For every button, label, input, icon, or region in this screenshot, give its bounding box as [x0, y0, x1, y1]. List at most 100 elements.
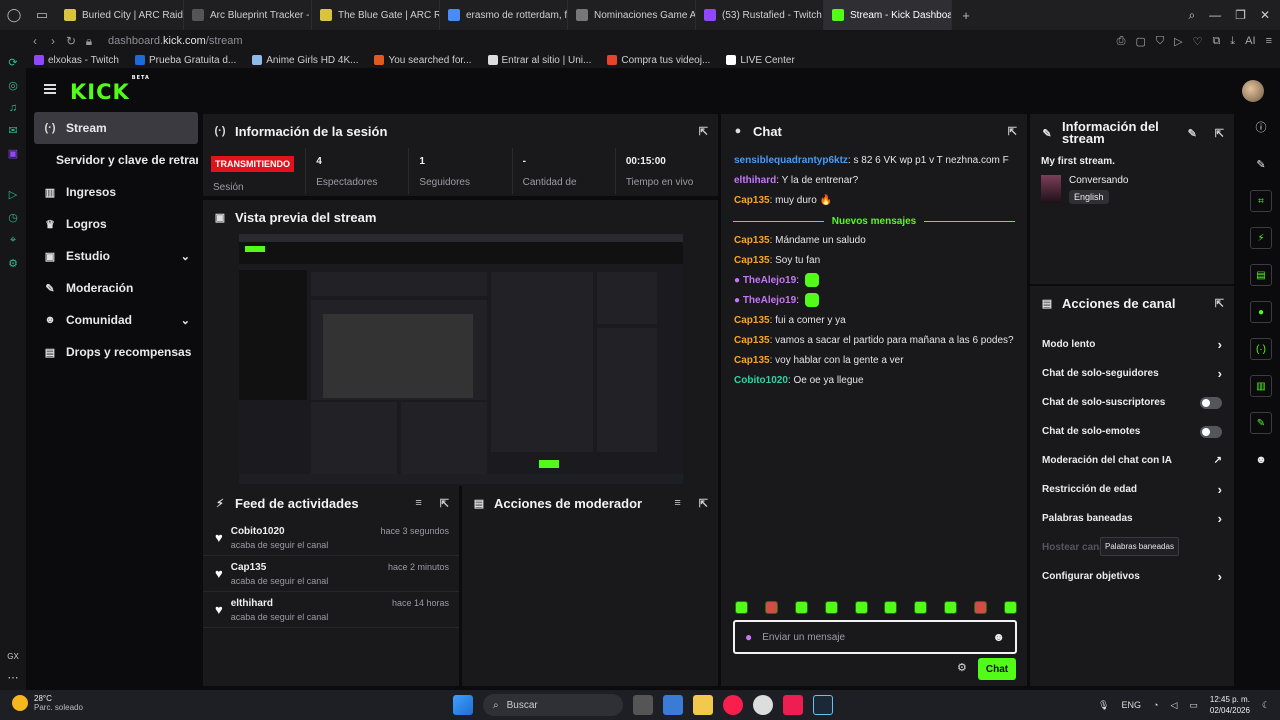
weather-widget[interactable]: 28°C Parc. soleado [12, 694, 83, 712]
download-icon[interactable]: ⤓ [1230, 35, 1235, 48]
mic-tray-icon[interactable]: 🎙︎ [1098, 700, 1109, 711]
channel-action-item[interactable]: Configurar objetivos › [1030, 562, 1234, 591]
edit-icon[interactable]: ✎ [1250, 153, 1272, 175]
nav-item-1[interactable]: Servidor y clave de retransmisión [34, 144, 198, 176]
info-icon[interactable]: ⓘ [1250, 116, 1272, 138]
chat-username[interactable]: sensiblequadrantyp6ktz [734, 155, 848, 166]
tab-1[interactable]: Arc Blueprint Tracker - Tra [184, 0, 312, 30]
search-tabs-icon[interactable]: ⌕ [1188, 8, 1195, 23]
chat-username[interactable]: Cap135 [734, 335, 770, 346]
chat-input[interactable]: ● Enviar un mensaje ☻ [733, 620, 1017, 654]
emote-icon[interactable] [824, 601, 838, 614]
tab-5[interactable]: (53) Rustafied - Twitch [696, 0, 824, 30]
emote-icon[interactable] [974, 601, 987, 614]
clock[interactable]: 12:45 p. m. 02/04/2026 [1210, 694, 1250, 716]
sidebar-music-icon[interactable]: ♫ [9, 102, 17, 114]
broadcast-rail-icon[interactable]: (·) [1250, 338, 1272, 360]
emote-icon[interactable] [794, 601, 808, 614]
popout-icon[interactable]: ⇱ [699, 125, 708, 138]
bookmark-item[interactable]: Entrar al sitio | Uni... [487, 55, 591, 66]
community-icon[interactable]: ☻ [1250, 449, 1272, 471]
sidebar-more-icon[interactable]: ⋯ [8, 671, 19, 684]
tab-6[interactable]: Stream - Kick Dashboard [824, 0, 952, 30]
chat-username[interactable]: Cap135 [734, 255, 770, 266]
popout-icon[interactable]: ⇱ [1008, 125, 1017, 138]
taskbar-search[interactable]: ⌕ Buscar [483, 694, 623, 716]
filter-icon[interactable]: ≡ [674, 497, 680, 509]
minimize-icon[interactable]: — [1209, 8, 1221, 22]
nav-item-0[interactable]: (·) Stream [34, 112, 198, 144]
close-icon[interactable]: ✕ [1260, 8, 1270, 22]
channel-action-item[interactable]: Restricción de edad › [1030, 475, 1234, 504]
bookmark-item[interactable]: elxokas - Twitch [34, 55, 119, 66]
language-indicator[interactable]: ENG [1121, 700, 1141, 710]
emote-icon[interactable] [914, 601, 928, 614]
emote-icon[interactable] [735, 601, 748, 614]
chat-username[interactable]: elthihard [734, 175, 776, 186]
opera-gx-icon[interactable] [723, 695, 743, 715]
qr-icon[interactable]: ⌗ [1250, 190, 1272, 212]
opera-menu-icon[interactable]: ◯ [0, 0, 28, 30]
feed-user[interactable]: elthihard [231, 598, 329, 609]
nav-item-6[interactable]: ☻ Comunidad ⌄ [34, 304, 198, 336]
popout-icon[interactable]: ⇱ [699, 497, 708, 510]
chat-bubble-icon[interactable]: ● [1250, 301, 1272, 323]
menu-icon[interactable]: ≡ [1266, 35, 1272, 47]
play-icon[interactable]: ▷ [1174, 35, 1182, 48]
list-icon[interactable]: ▤ [1250, 264, 1272, 286]
stream-preview-video[interactable] [239, 234, 683, 484]
chat-username[interactable]: TheAlejo19 [743, 295, 796, 306]
emote-icon[interactable] [944, 601, 958, 614]
windows-start-icon[interactable] [453, 695, 473, 715]
channel-action-item[interactable]: Palabras baneadas › [1030, 504, 1234, 533]
emote-icon[interactable] [1003, 601, 1017, 614]
taskview-icon[interactable] [633, 695, 653, 715]
emoji-icon[interactable]: ☻ [992, 630, 1005, 644]
sidebar-whatsapp-icon[interactable]: ◎ [8, 79, 18, 92]
sidebar-refresh-icon[interactable]: ⟳ [8, 56, 17, 69]
send-chat-button[interactable]: Chat [978, 658, 1016, 680]
sidebar-twitch-icon[interactable]: ▣ [8, 147, 18, 160]
edit-icon[interactable]: ✎ [1188, 127, 1197, 140]
hamburger-icon[interactable] [44, 84, 56, 94]
sidebar-mail-icon[interactable]: ✉ [8, 124, 17, 137]
nav-item-4[interactable]: ▣ Estudio ⌄ [34, 240, 198, 272]
sidebar-history-icon[interactable]: ◷ [8, 211, 18, 224]
feed-user[interactable]: Cobito1020 [231, 526, 329, 537]
bookmark-item[interactable]: You searched for... [374, 55, 472, 66]
nav-item-2[interactable]: ▥ Ingresos [34, 176, 198, 208]
emote-icon[interactable] [854, 601, 868, 614]
sidebar-player-icon[interactable]: ▷ [9, 188, 17, 201]
shield-icon[interactable]: ⛉ [1156, 35, 1164, 48]
new-messages-divider[interactable]: Nuevos mensajes [721, 211, 1027, 231]
user-avatar[interactable] [1242, 80, 1264, 102]
chat-username[interactable]: Cobito1020 [734, 375, 788, 386]
nav-item-7[interactable]: ▤ Drops y recompensas [34, 336, 198, 368]
aria-icon[interactable]: AI [1245, 35, 1255, 47]
forward-icon[interactable]: › [44, 34, 62, 48]
channel-action-item[interactable]: Chat de solo-seguidores › [1030, 359, 1234, 388]
tab-4[interactable]: Nominaciones Game Awa [568, 0, 696, 30]
tab-0[interactable]: Buried City | ARC Raiders [56, 0, 184, 30]
back-icon[interactable]: ‹ [26, 34, 44, 48]
chat-settings-icon[interactable]: ⚙ [957, 661, 967, 674]
gx-icon[interactable]: GX [7, 652, 19, 661]
mic-icon[interactable]: ● [745, 630, 752, 644]
tiktok-icon[interactable] [783, 695, 803, 715]
moderator-rail-icon[interactable]: ▥ [1250, 375, 1272, 397]
nav-item-5[interactable]: ✎ Moderación [34, 272, 198, 304]
notifications-icon[interactable]: ☾ [1262, 700, 1270, 711]
reload-icon[interactable]: ↻ [62, 34, 80, 48]
kick-logo[interactable]: KICKBETA [70, 75, 150, 104]
volume-icon[interactable]: ◁ [1170, 700, 1177, 711]
popout-icon[interactable]: ⇱ [440, 497, 449, 510]
chat-username[interactable]: Cap135 [734, 355, 770, 366]
maximize-icon[interactable]: ❐ [1235, 8, 1246, 22]
capture-icon[interactable]: ▢ [1135, 35, 1145, 48]
new-tab-button[interactable]: + [952, 0, 980, 30]
tab-2[interactable]: The Blue Gate | ARC Raide [312, 0, 440, 30]
bookmark-item[interactable]: LIVE Center [726, 55, 795, 66]
chat-username[interactable]: Cap135 [734, 195, 770, 206]
channel-action-item[interactable]: Chat de solo-emotes [1030, 417, 1234, 446]
emote-icon[interactable] [764, 601, 778, 614]
